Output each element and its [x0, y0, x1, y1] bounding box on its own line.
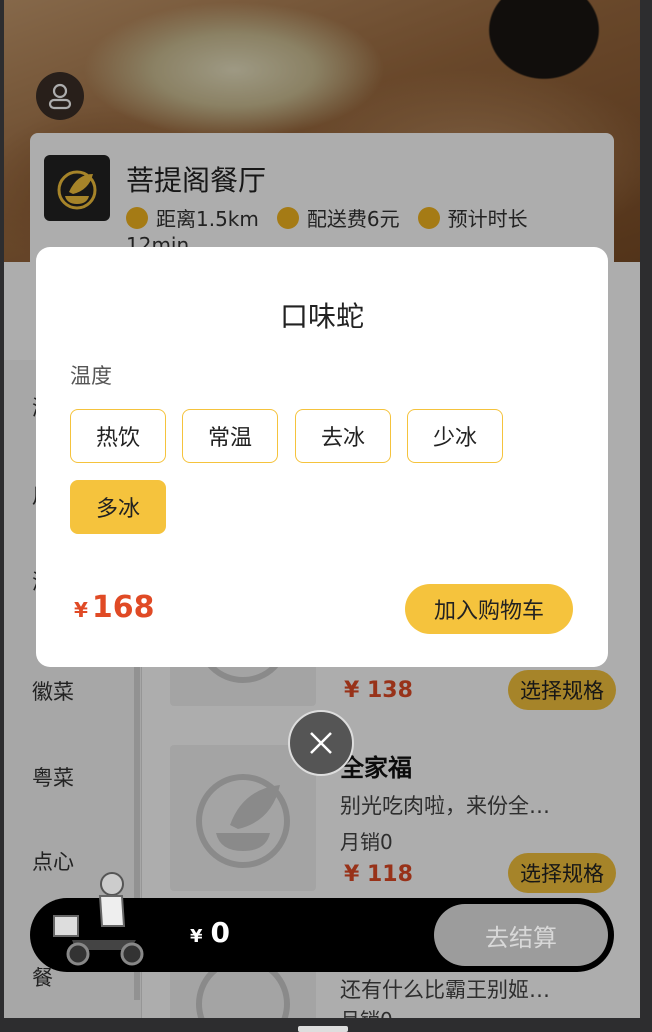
app-screen: 菩提阁餐厅 距离1.5km 配送费6元 预计时长 12min 湘 川 浙 徽菜 …: [4, 0, 640, 1018]
option-hot[interactable]: 热饮: [70, 409, 166, 463]
delivery-rider-icon[interactable]: [50, 870, 150, 970]
checkout-button[interactable]: 去结算: [434, 904, 608, 966]
home-indicator: [298, 1026, 348, 1032]
modal-title: 口味蛇: [279, 300, 364, 333]
close-icon: [310, 732, 332, 754]
option-group-label: 温度: [70, 364, 112, 388]
add-to-cart-button[interactable]: 加入购物车: [405, 584, 573, 634]
option-room-temp[interactable]: 常温: [182, 409, 278, 463]
option-less-ice[interactable]: 少冰: [407, 409, 503, 463]
modal-price: ¥168: [74, 590, 155, 625]
option-no-ice[interactable]: 去冰: [295, 409, 391, 463]
option-extra-ice[interactable]: 多冰: [70, 480, 166, 534]
cart-total: ¥0: [190, 916, 231, 949]
close-modal-button[interactable]: [288, 710, 354, 776]
spec-selection-modal: 口味蛇 温度 热饮 常温 去冰 少冰 多冰 ¥168 加入购物车: [36, 247, 608, 667]
cart-bar: ¥0 去结算: [30, 872, 614, 972]
